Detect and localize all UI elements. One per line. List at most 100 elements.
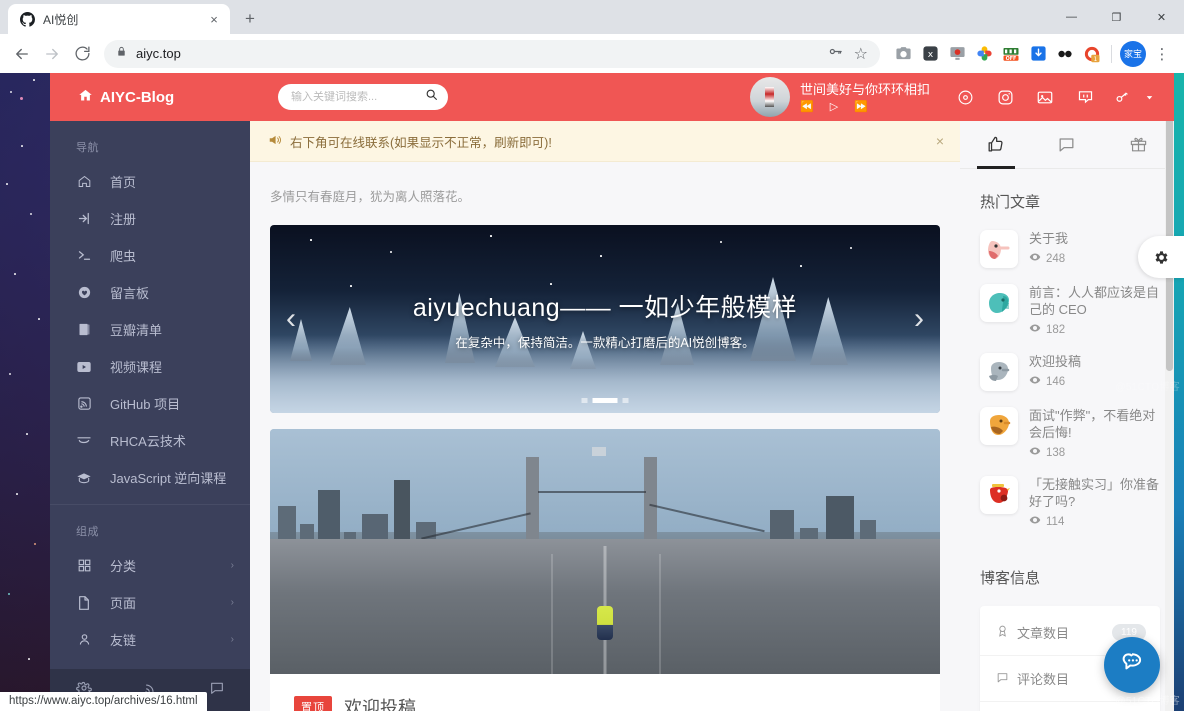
forward-icon[interactable] [38, 40, 66, 68]
sidebar-item-video[interactable]: 视频课程 [50, 348, 250, 385]
page-body: 导航 首页 注册 爬虫 留言板 豆瓣清单 视频课程 GitHub 项目 RHCA… [50, 121, 1174, 711]
slider-title: aiyuechuang—— 一如少年般模样 [412, 293, 798, 322]
browser-toolbar: aiyc.top ☆ x OFF 1 家宝 ⋮ [0, 34, 1184, 73]
back-icon[interactable] [8, 40, 36, 68]
grid-icon [76, 558, 92, 573]
search-icon[interactable] [425, 88, 438, 106]
url-text: aiyc.top [136, 46, 181, 61]
gallery-icon[interactable] [1036, 88, 1054, 106]
next-track-icon[interactable]: ⏩ [854, 100, 868, 113]
bookmark-star-icon[interactable]: ☆ [854, 44, 868, 64]
slider-caption: aiyuechuang—— 一如少年般模样 在复杂中，保持简洁。一款精心打磨后的… [270, 225, 940, 413]
sidebar-item-github[interactable]: GitHub 项目 [50, 385, 250, 422]
info-row-extra [980, 702, 1160, 711]
sidebar-tabs [960, 121, 1174, 169]
article-title[interactable]: 前言：人人都应该是自己的 CEO [1029, 284, 1160, 318]
post-cover-image[interactable] [270, 429, 940, 674]
sidebar-item-rhca[interactable]: RHCA云技术 [50, 422, 250, 459]
slider-dots[interactable] [581, 398, 629, 403]
x-extension-icon[interactable]: x [919, 43, 941, 65]
sidebar-item-categories[interactable]: 分类 › [50, 547, 250, 584]
user-icon [76, 632, 92, 647]
article-thumbnail [980, 230, 1018, 268]
site-brand[interactable]: AIYC-Blog [50, 73, 250, 121]
key-icon[interactable] [1116, 88, 1134, 106]
reload-icon[interactable] [68, 40, 96, 68]
sidebar-item-javascript[interactable]: JavaScript 逆向课程 [50, 459, 250, 496]
sidebar-item-label: 分类 [110, 559, 137, 574]
svg-text:x: x [927, 49, 933, 60]
hero-slider[interactable]: aiyuechuang—— 一如少年般模样 在复杂中，保持简洁。一款精心打磨后的… [270, 225, 940, 413]
slider-prev-icon[interactable]: ‹ [286, 302, 296, 336]
extension-toolbar: x OFF 1 [888, 43, 1103, 65]
off-switch-icon[interactable]: OFF [1000, 43, 1022, 65]
profile-avatar[interactable]: 家宝 [1120, 40, 1146, 67]
slider-dot[interactable] [622, 398, 629, 403]
site-search[interactable] [278, 84, 448, 110]
screen-recorder-icon[interactable] [946, 43, 968, 65]
post-card[interactable]: 置顶 欢迎投稿 [270, 674, 940, 711]
key-icon[interactable] [827, 44, 844, 64]
sidebar-item-register[interactable]: 注册 [50, 200, 250, 237]
music-disc-icon[interactable] [956, 88, 974, 106]
slider-subtitle: 在复杂中，保持简洁。一款精心打磨后的AI悦创博客。 [455, 335, 755, 350]
sidebar-item-friends[interactable]: 友链 › [50, 621, 250, 658]
cloud-icon [76, 434, 92, 447]
play-icon[interactable]: ▷ [830, 100, 838, 113]
glasses-icon[interactable] [1054, 43, 1076, 65]
browser-tab[interactable]: AI悦创 × [8, 4, 230, 34]
close-icon[interactable]: × [936, 133, 944, 149]
tab-likes[interactable] [960, 121, 1031, 169]
sidebar-item-crawler[interactable]: 爬虫 [50, 237, 250, 274]
sidebar-item-douban[interactable]: 豆瓣清单 [50, 311, 250, 348]
chevron-down-icon[interactable] [1140, 88, 1158, 106]
megaphone-icon [268, 133, 282, 150]
toolbar-divider [1111, 44, 1112, 63]
article-title[interactable]: 关于我 [1029, 230, 1160, 247]
maximize-button[interactable]: ❐ [1094, 1, 1139, 33]
eye-icon [1029, 445, 1041, 460]
minimize-button[interactable]: — [1049, 1, 1094, 33]
instagram-icon[interactable] [996, 88, 1014, 106]
sidebar-item-home[interactable]: 首页 [50, 163, 250, 200]
page-scrollbar[interactable] [1165, 73, 1174, 711]
article-thumbnail [980, 407, 1018, 445]
article-views: 114 [1029, 514, 1160, 529]
article-title[interactable]: 欢迎投稿 [1029, 353, 1160, 370]
tab-gifts[interactable] [1103, 121, 1174, 169]
slider-dot[interactable] [581, 398, 588, 403]
close-window-button[interactable]: ✕ [1139, 1, 1184, 33]
adblock-counter-icon[interactable]: 1 [1081, 43, 1103, 65]
tab-comments[interactable] [1031, 121, 1102, 169]
chat-widget-button[interactable] [1104, 637, 1160, 693]
close-icon[interactable]: × [206, 11, 222, 27]
sidebar-item-guestbook[interactable]: 留言板 [50, 274, 250, 311]
twitch-icon[interactable] [1076, 88, 1094, 106]
search-input[interactable] [291, 91, 425, 103]
slider-dot-active[interactable] [592, 398, 618, 403]
eye-icon [1029, 251, 1041, 266]
article-title[interactable]: 面试"作弊"，不看绝对会后悔! [1029, 407, 1160, 441]
sidebar-item-pages[interactable]: 页面 › [50, 584, 250, 621]
comment-icon[interactable] [209, 680, 225, 701]
list-item[interactable]: 「无接触实习」你准备好了吗? 114 [960, 470, 1174, 539]
download-manager-icon[interactable] [1027, 43, 1049, 65]
new-tab-button[interactable]: + [236, 5, 264, 33]
prev-track-icon[interactable]: ⏪ [800, 100, 814, 113]
post-title[interactable]: 欢迎投稿 [344, 694, 416, 711]
list-item[interactable]: 面试"作弊"，不看绝对会后悔! 138 [960, 401, 1174, 470]
sidebar-item-label: 留言板 [110, 286, 150, 301]
slider-next-icon[interactable]: › [914, 302, 924, 336]
theme-settings-button[interactable] [1138, 236, 1184, 278]
address-bar[interactable]: aiyc.top ☆ [104, 39, 880, 68]
browser-menu-icon[interactable]: ⋮ [1148, 40, 1176, 68]
info-label: 评论数目 [1017, 672, 1070, 687]
google-photos-icon[interactable] [973, 43, 995, 65]
sidebar-item-label: 页面 [110, 596, 137, 611]
eye-icon [1029, 514, 1041, 529]
article-title[interactable]: 「无接触实习」你准备好了吗? [1029, 476, 1160, 510]
camera-icon[interactable] [892, 43, 914, 65]
scrollbar-thumb[interactable] [1166, 81, 1173, 371]
list-item[interactable]: 前言：人人都应该是自己的 CEO 182 [960, 278, 1174, 347]
list-item[interactable]: 欢迎投稿 146 [960, 347, 1174, 401]
